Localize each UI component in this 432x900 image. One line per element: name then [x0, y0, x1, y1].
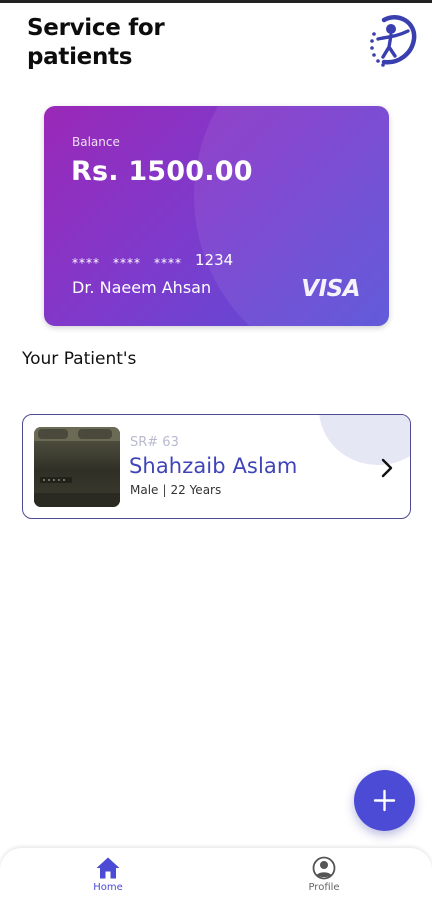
- nav-item-home[interactable]: Home: [68, 856, 148, 893]
- status-bar-edge: [0, 0, 432, 3]
- patient-details: Male | 22 Years: [130, 483, 221, 497]
- details-separator: |: [162, 483, 167, 497]
- add-patient-button[interactable]: [354, 770, 415, 831]
- bottom-navigation: Home Profile: [0, 848, 432, 900]
- balance-amount: Rs. 1500.00: [71, 156, 253, 187]
- patient-card[interactable]: SR# 63 Shahzaib Aslam Male | 22 Years: [22, 414, 411, 519]
- patient-sr-number: SR# 63: [130, 435, 179, 450]
- nav-label-profile: Profile: [308, 882, 340, 893]
- card-number-mask-1: ****: [72, 256, 100, 270]
- page-title-line2: patients: [27, 44, 133, 70]
- patient-age: 22 Years: [170, 483, 222, 497]
- user-circle-icon: [312, 856, 336, 880]
- card-brand-logo: VISA: [301, 276, 360, 302]
- patient-avatar: [34, 427, 120, 507]
- patient-card-decoration: [319, 415, 410, 465]
- app-logo-icon: [364, 12, 418, 70]
- chevron-right-icon[interactable]: [377, 457, 397, 479]
- card-holder-name: Dr. Naeem Ahsan: [72, 278, 212, 297]
- card-number: **** **** **** 1234: [72, 251, 233, 269]
- page-title-line1: Service for: [27, 15, 165, 41]
- patient-gender: Male: [130, 483, 159, 497]
- card-number-mask-2: ****: [113, 256, 141, 270]
- card-number-mask-3: ****: [154, 256, 182, 270]
- patient-name: Shahzaib Aslam: [129, 454, 298, 478]
- page-title: Service for patients: [27, 14, 165, 72]
- nav-label-home: Home: [93, 882, 123, 893]
- nav-item-profile[interactable]: Profile: [284, 856, 364, 893]
- balance-label: Balance: [72, 135, 120, 149]
- card-number-last-digits: 1234: [195, 251, 234, 269]
- balance-card[interactable]: Balance Rs. 1500.00 **** **** **** 1234 …: [44, 106, 389, 326]
- patients-section-heading: Your Patient's: [22, 349, 137, 369]
- home-icon: [96, 857, 120, 879]
- plus-icon: [373, 789, 396, 812]
